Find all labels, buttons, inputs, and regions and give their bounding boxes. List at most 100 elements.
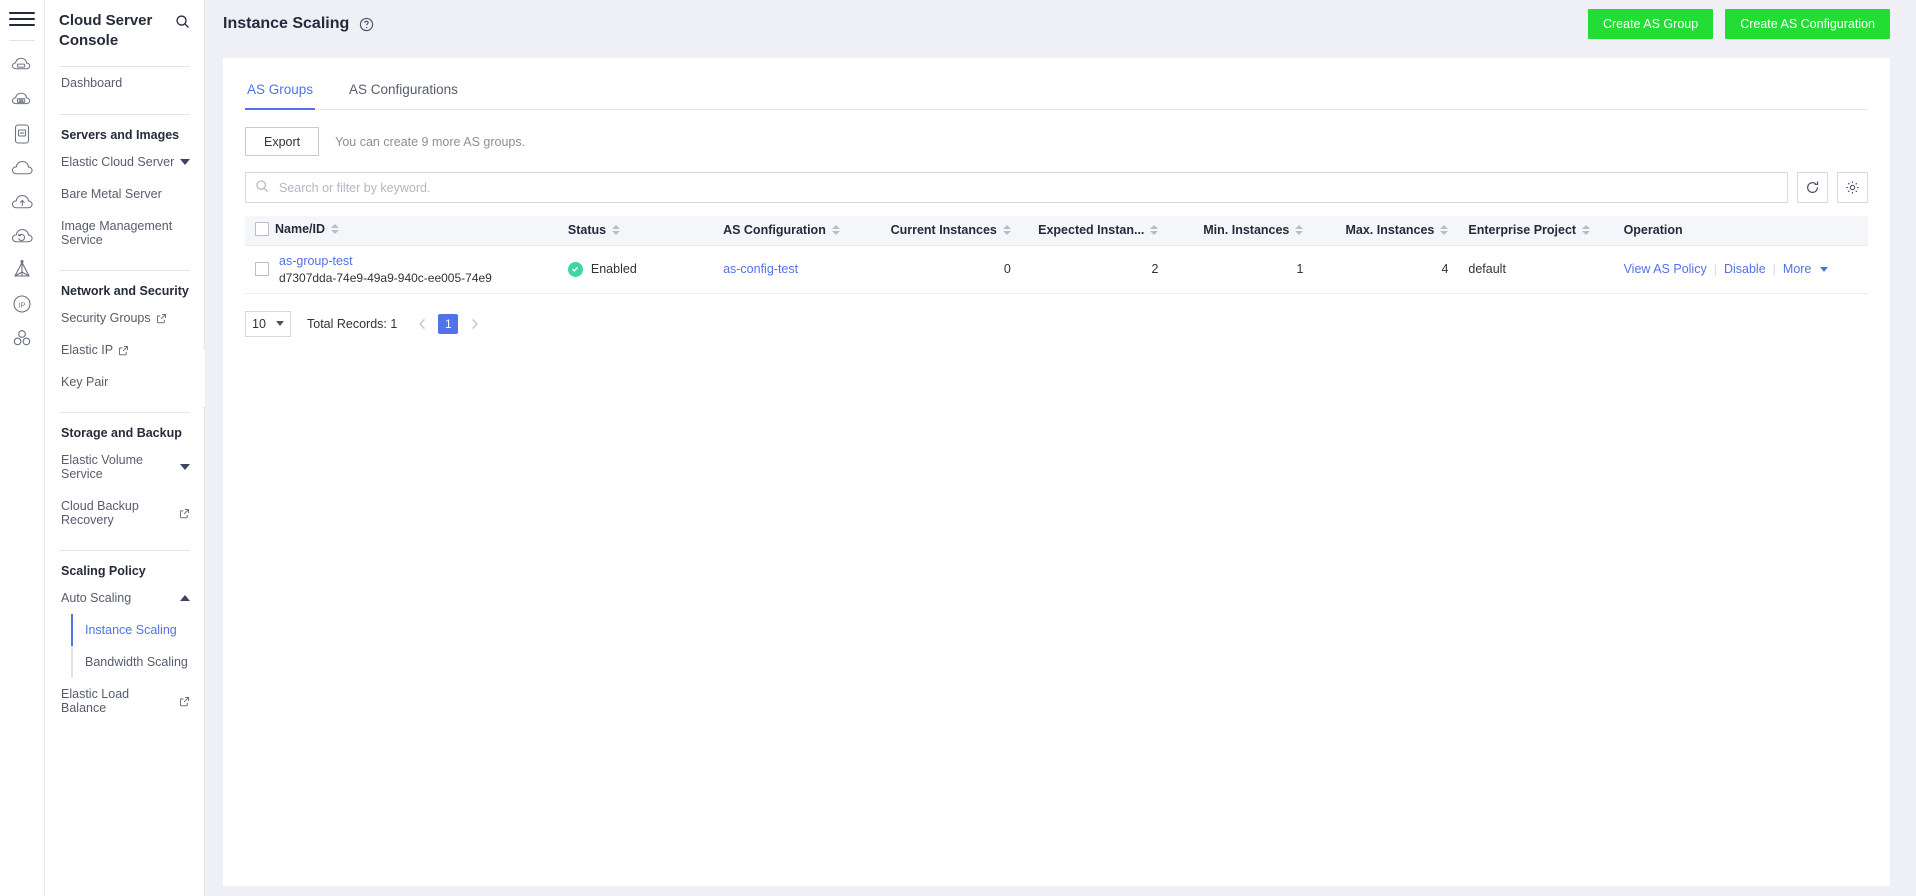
- export-button[interactable]: Export: [245, 127, 320, 156]
- sort-icon[interactable]: [831, 225, 840, 236]
- toolbar: Export You can create 9 more AS groups.: [245, 110, 1868, 156]
- page-number-1[interactable]: 1: [438, 313, 459, 334]
- sort-icon[interactable]: [612, 225, 621, 236]
- row-checkbox[interactable]: [255, 262, 269, 276]
- search-input[interactable]: [277, 179, 1778, 196]
- table-header-min-instances[interactable]: Min. Instances: [1168, 216, 1314, 246]
- column-label: Expected Instan...: [1038, 223, 1145, 238]
- disable-link[interactable]: Disable: [1724, 262, 1766, 276]
- table-header-current-instances[interactable]: Current Instances: [870, 216, 1021, 246]
- create-as-configuration-button[interactable]: Create AS Configuration: [1725, 9, 1890, 39]
- column-label: Operation: [1623, 223, 1683, 238]
- table-header-expected-instances[interactable]: Expected Instan...: [1020, 216, 1169, 246]
- table-header-status[interactable]: Status: [557, 216, 714, 246]
- column-label: Status: [567, 223, 607, 238]
- sidebar-item-elastic-ip[interactable]: Elastic IP: [59, 334, 190, 366]
- hamburger-icon[interactable]: [9, 8, 35, 30]
- sort-icon[interactable]: [331, 223, 340, 234]
- sidebar-subitems: Instance Scaling Bandwidth Scaling: [71, 614, 190, 679]
- cloud-icon[interactable]: [2, 151, 42, 185]
- auto-scaling-icon[interactable]: [2, 253, 42, 287]
- column-settings-button[interactable]: [1837, 172, 1868, 203]
- cell-max-instances: 4: [1313, 245, 1459, 294]
- as-group-id: d7307dda-74e9-49a9-940c-ee005-74e9: [279, 270, 492, 285]
- header-actions: Create AS Group Create AS Configuration: [1587, 9, 1890, 39]
- as-configuration-link[interactable]: as-config-test: [723, 262, 798, 276]
- page-size-value: 10: [252, 316, 266, 331]
- chevron-up-icon[interactable]: [180, 595, 190, 602]
- table-header-enterprise-project[interactable]: Enterprise Project: [1458, 216, 1614, 246]
- chevron-down-icon[interactable]: [180, 464, 190, 471]
- pagination: 10 Total Records: 1 1: [245, 310, 1868, 337]
- page-header: Instance Scaling Create AS Group Create …: [205, 0, 1916, 48]
- cloud-backup-icon[interactable]: [2, 219, 42, 253]
- chevron-down-icon[interactable]: [1820, 266, 1829, 272]
- load-balance-icon[interactable]: [2, 321, 42, 355]
- column-label: AS Configuration: [723, 223, 826, 238]
- app-root: IP Cloud Server Console Dashboard Server…: [0, 0, 1916, 896]
- search-box[interactable]: [245, 172, 1788, 203]
- sidebar-item-auto-scaling[interactable]: Auto Scaling: [59, 582, 190, 614]
- select-all-checkbox[interactable]: [255, 221, 269, 236]
- sidebar-item-image-management-service[interactable]: Image Management Service: [59, 210, 190, 256]
- image-management-icon[interactable]: [2, 117, 42, 151]
- create-as-group-button[interactable]: Create AS Group: [1587, 9, 1714, 39]
- column-label: Enterprise Project: [1468, 223, 1577, 238]
- view-as-policy-link[interactable]: View AS Policy: [1624, 262, 1707, 276]
- refresh-button[interactable]: [1797, 172, 1828, 203]
- table-header-name-id[interactable]: Name/ID: [245, 216, 558, 246]
- sidebar-item-key-pair[interactable]: Key Pair: [59, 366, 190, 398]
- sort-icon[interactable]: [1582, 225, 1591, 236]
- sidebar-item-security-groups[interactable]: Security Groups: [59, 302, 190, 334]
- sidebar-item-bandwidth-scaling[interactable]: Bandwidth Scaling: [71, 646, 190, 678]
- icon-rail: IP: [0, 0, 45, 896]
- tab-as-configurations[interactable]: AS Configurations: [347, 70, 460, 110]
- search-icon[interactable]: [175, 11, 190, 32]
- help-circle-icon[interactable]: [359, 17, 374, 32]
- sidebar-item-elastic-load-balance[interactable]: Elastic Load Balance: [59, 678, 190, 724]
- sort-icon[interactable]: [1002, 225, 1011, 236]
- more-dropdown[interactable]: More: [1783, 262, 1811, 276]
- column-label: Name/ID: [275, 221, 326, 236]
- chevron-down-icon: [276, 321, 284, 326]
- as-group-name-link[interactable]: as-group-test: [279, 254, 353, 268]
- external-link-icon: [179, 696, 190, 707]
- console-title: Cloud Server Console: [59, 12, 153, 50]
- cell-expected-instances: 2: [1020, 245, 1169, 294]
- chevron-down-icon[interactable]: [180, 159, 190, 166]
- sidebar-item-elastic-cloud-server[interactable]: Elastic Cloud Server: [59, 146, 190, 178]
- page-size-select[interactable]: 10: [245, 310, 291, 337]
- table-header-operation: Operation: [1613, 216, 1868, 246]
- sidebar-item-label: Image Management Service: [61, 219, 173, 248]
- rail-divider: [9, 40, 35, 41]
- sidebar-item-bare-metal-server[interactable]: Bare Metal Server: [59, 178, 190, 210]
- bare-metal-server-icon[interactable]: [2, 83, 42, 117]
- sidebar-item-label: Key Pair: [61, 375, 109, 390]
- prev-page-button[interactable]: [413, 313, 431, 335]
- sidebar-item-label: Elastic Cloud Server: [61, 155, 175, 170]
- table-header-max-instances[interactable]: Max. Instances: [1313, 216, 1459, 246]
- sidebar-group-network-and-security: Network and Security: [61, 284, 189, 299]
- sort-icon[interactable]: [1295, 225, 1304, 236]
- table-header-as-configuration[interactable]: AS Configuration: [713, 216, 871, 246]
- sidebar-item-elastic-volume-service[interactable]: Elastic Volume Service: [59, 444, 190, 490]
- quota-tip: You can create 9 more AS groups.: [335, 134, 526, 149]
- external-link-icon: [118, 345, 129, 356]
- column-label: Max. Instances: [1345, 223, 1435, 238]
- sidebar-item-cloud-backup-recovery[interactable]: Cloud Backup Recovery: [59, 490, 190, 536]
- sort-icon[interactable]: [1150, 225, 1159, 236]
- elastic-cloud-server-icon[interactable]: [2, 49, 42, 83]
- elastic-ip-icon[interactable]: IP: [2, 287, 42, 321]
- tab-as-groups[interactable]: AS Groups: [245, 70, 316, 110]
- cell-current-instances: 0: [870, 245, 1021, 294]
- sidebar-item-dashboard[interactable]: Dashboard: [59, 67, 190, 101]
- cloud-upload-icon[interactable]: [2, 185, 42, 219]
- cell-as-configuration: as-config-test: [713, 245, 871, 294]
- external-link-icon: [156, 313, 167, 324]
- page-title: Instance Scaling: [223, 15, 350, 32]
- next-page-button[interactable]: [465, 313, 483, 335]
- sidebar-item-instance-scaling[interactable]: Instance Scaling: [71, 614, 190, 647]
- sort-icon[interactable]: [1440, 225, 1449, 236]
- table-header-row: Name/ID Status AS Configuration Current …: [245, 216, 1868, 246]
- sidebar-group-servers-and-images: Servers and Images: [61, 128, 180, 143]
